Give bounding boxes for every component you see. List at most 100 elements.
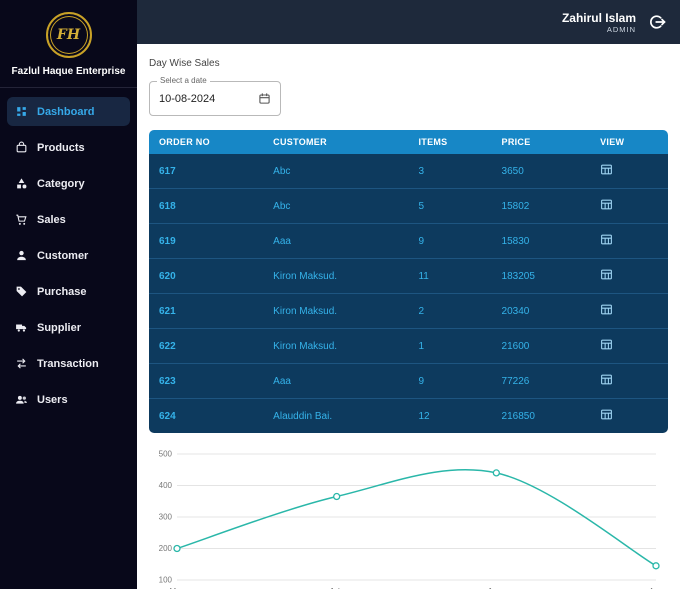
column-header-price: PRICE — [491, 130, 591, 154]
customer-cell: Aaa — [263, 364, 409, 399]
customer-cell: Abc — [263, 189, 409, 224]
price-cell: 183205 — [491, 259, 591, 294]
column-header-view: VIEW — [590, 130, 668, 154]
items-cell: 5 — [408, 189, 492, 224]
logo-monogram: FH — [56, 27, 81, 43]
sidebar-item-label: Customer — [37, 249, 89, 262]
view-icon[interactable] — [600, 408, 613, 421]
price-cell: 77226 — [491, 364, 591, 399]
view-icon[interactable] — [600, 198, 613, 211]
table-row: 622 Kiron Maksud. 1 21600 — [149, 329, 668, 364]
sidebar-item-purchase[interactable]: Purchase — [7, 277, 130, 306]
order-no-cell: 622 — [149, 329, 264, 364]
day-wise-sales-table: ORDER NO CUSTOMER ITEMS PRICE VIEW 617 A… — [149, 130, 668, 433]
transaction-icon — [15, 357, 28, 370]
sidebar-item-label: Category — [37, 177, 85, 190]
sidebar-item-label: Products — [37, 141, 85, 154]
price-cell: 216850 — [491, 399, 591, 433]
table-row: 619 Aaa 9 15830 — [149, 224, 668, 259]
page-title: Day Wise Sales — [149, 58, 220, 69]
main-panel: Day Wise Sales Select a date 10-08-2024 … — [137, 44, 680, 589]
customer-cell: Kiron Maksud. — [263, 329, 409, 364]
top-header: Zahirul Islam ADMIN — [137, 0, 680, 44]
sidebar: FH Fazlul Haque Enterprise Dashboard Pro… — [0, 0, 137, 589]
logout-icon[interactable] — [646, 11, 668, 33]
view-icon[interactable] — [600, 268, 613, 281]
monthly-sales-chart-container: 100200300400500MayJulyJuneAug Chart: Mon… — [149, 446, 668, 589]
user-role-badge: ADMIN — [606, 24, 636, 34]
date-picker-label: Select a date — [157, 76, 210, 85]
svg-text:300: 300 — [159, 513, 173, 522]
sales-icon — [15, 213, 28, 226]
view-icon[interactable] — [600, 303, 613, 316]
supplier-icon — [15, 321, 28, 334]
sidebar-item-dashboard[interactable]: Dashboard — [7, 97, 130, 126]
sidebar-item-label: Purchase — [37, 285, 87, 298]
customer-cell: Aaa — [263, 224, 409, 259]
table-row: 620 Kiron Maksud. 11 183205 — [149, 259, 668, 294]
sidebar-item-label: Sales — [37, 213, 66, 226]
brand-name: Fazlul Haque Enterprise — [0, 58, 137, 88]
items-cell: 9 — [408, 364, 492, 399]
price-cell: 21600 — [491, 329, 591, 364]
order-no-cell: 620 — [149, 259, 264, 294]
customer-icon — [15, 249, 28, 262]
items-cell: 11 — [408, 259, 492, 294]
svg-text:200: 200 — [159, 544, 173, 553]
date-picker[interactable]: Select a date 10-08-2024 — [149, 76, 281, 116]
column-header-order-no: ORDER NO — [149, 130, 264, 154]
order-no-cell: 623 — [149, 364, 264, 399]
products-icon — [15, 141, 28, 154]
category-icon — [15, 177, 28, 190]
svg-text:500: 500 — [159, 450, 173, 459]
table-row: 623 Aaa 9 77226 — [149, 364, 668, 399]
logo-emblem: FH — [45, 12, 92, 58]
items-cell: 2 — [408, 294, 492, 329]
sidebar-item-products[interactable]: Products — [7, 133, 130, 162]
sidebar-item-label: Transaction — [37, 357, 99, 370]
date-picker-value: 10-08-2024 — [159, 92, 216, 105]
items-cell: 3 — [408, 154, 492, 189]
price-cell: 15802 — [491, 189, 591, 224]
sidebar-item-label: Supplier — [37, 321, 82, 334]
sidebar-item-label: Users — [37, 393, 68, 406]
app-root: FH Fazlul Haque Enterprise Dashboard Pro… — [0, 0, 680, 589]
table-row: 618 Abc 5 15802 — [149, 189, 668, 224]
table-row: 617 Abc 3 3650 — [149, 154, 668, 189]
sidebar-item-category[interactable]: Category — [7, 169, 130, 198]
customer-cell: Kiron Maksud. — [263, 259, 409, 294]
content-area: Zahirul Islam ADMIN Day Wise Sales Selec… — [137, 0, 680, 589]
table-row: 621 Kiron Maksud. 2 20340 — [149, 294, 668, 329]
view-icon[interactable] — [600, 338, 613, 351]
column-header-customer: CUSTOMER — [263, 130, 409, 154]
price-cell: 3650 — [491, 154, 591, 189]
dashboard-icon — [15, 105, 28, 118]
svg-text:100: 100 — [159, 576, 173, 585]
order-no-cell: 618 — [149, 189, 264, 224]
calendar-icon[interactable] — [258, 92, 271, 105]
svg-text:400: 400 — [159, 481, 173, 490]
order-no-cell: 621 — [149, 294, 264, 329]
sidebar-item-transaction[interactable]: Transaction — [7, 349, 130, 378]
customer-cell: Abc — [263, 154, 409, 189]
sidebar-item-supplier[interactable]: Supplier — [7, 313, 130, 342]
table-row: 624 Alauddin Bai. 12 216850 — [149, 399, 668, 433]
table-header: ORDER NO CUSTOMER ITEMS PRICE VIEW — [149, 130, 668, 154]
view-icon[interactable] — [600, 373, 613, 386]
order-no-cell: 624 — [149, 399, 264, 433]
sidebar-item-users[interactable]: Users — [7, 385, 130, 414]
sidebar-nav: Dashboard Products Category Sales Custom… — [0, 88, 137, 430]
monthly-sales-chart: 100200300400500MayJulyJuneAug — [159, 450, 663, 589]
order-no-cell: 617 — [149, 154, 264, 189]
sidebar-item-sales[interactable]: Sales — [7, 205, 130, 234]
customer-cell: Kiron Maksud. — [263, 294, 409, 329]
user-name: Zahirul Islam — [561, 10, 636, 25]
order-no-cell: 619 — [149, 224, 264, 259]
column-header-items: ITEMS — [408, 130, 492, 154]
items-cell: 9 — [408, 224, 492, 259]
view-icon[interactable] — [600, 233, 613, 246]
view-icon[interactable] — [600, 163, 613, 176]
customer-cell: Alauddin Bai. — [263, 399, 409, 433]
price-cell: 15830 — [491, 224, 591, 259]
sidebar-item-customer[interactable]: Customer — [7, 241, 130, 270]
